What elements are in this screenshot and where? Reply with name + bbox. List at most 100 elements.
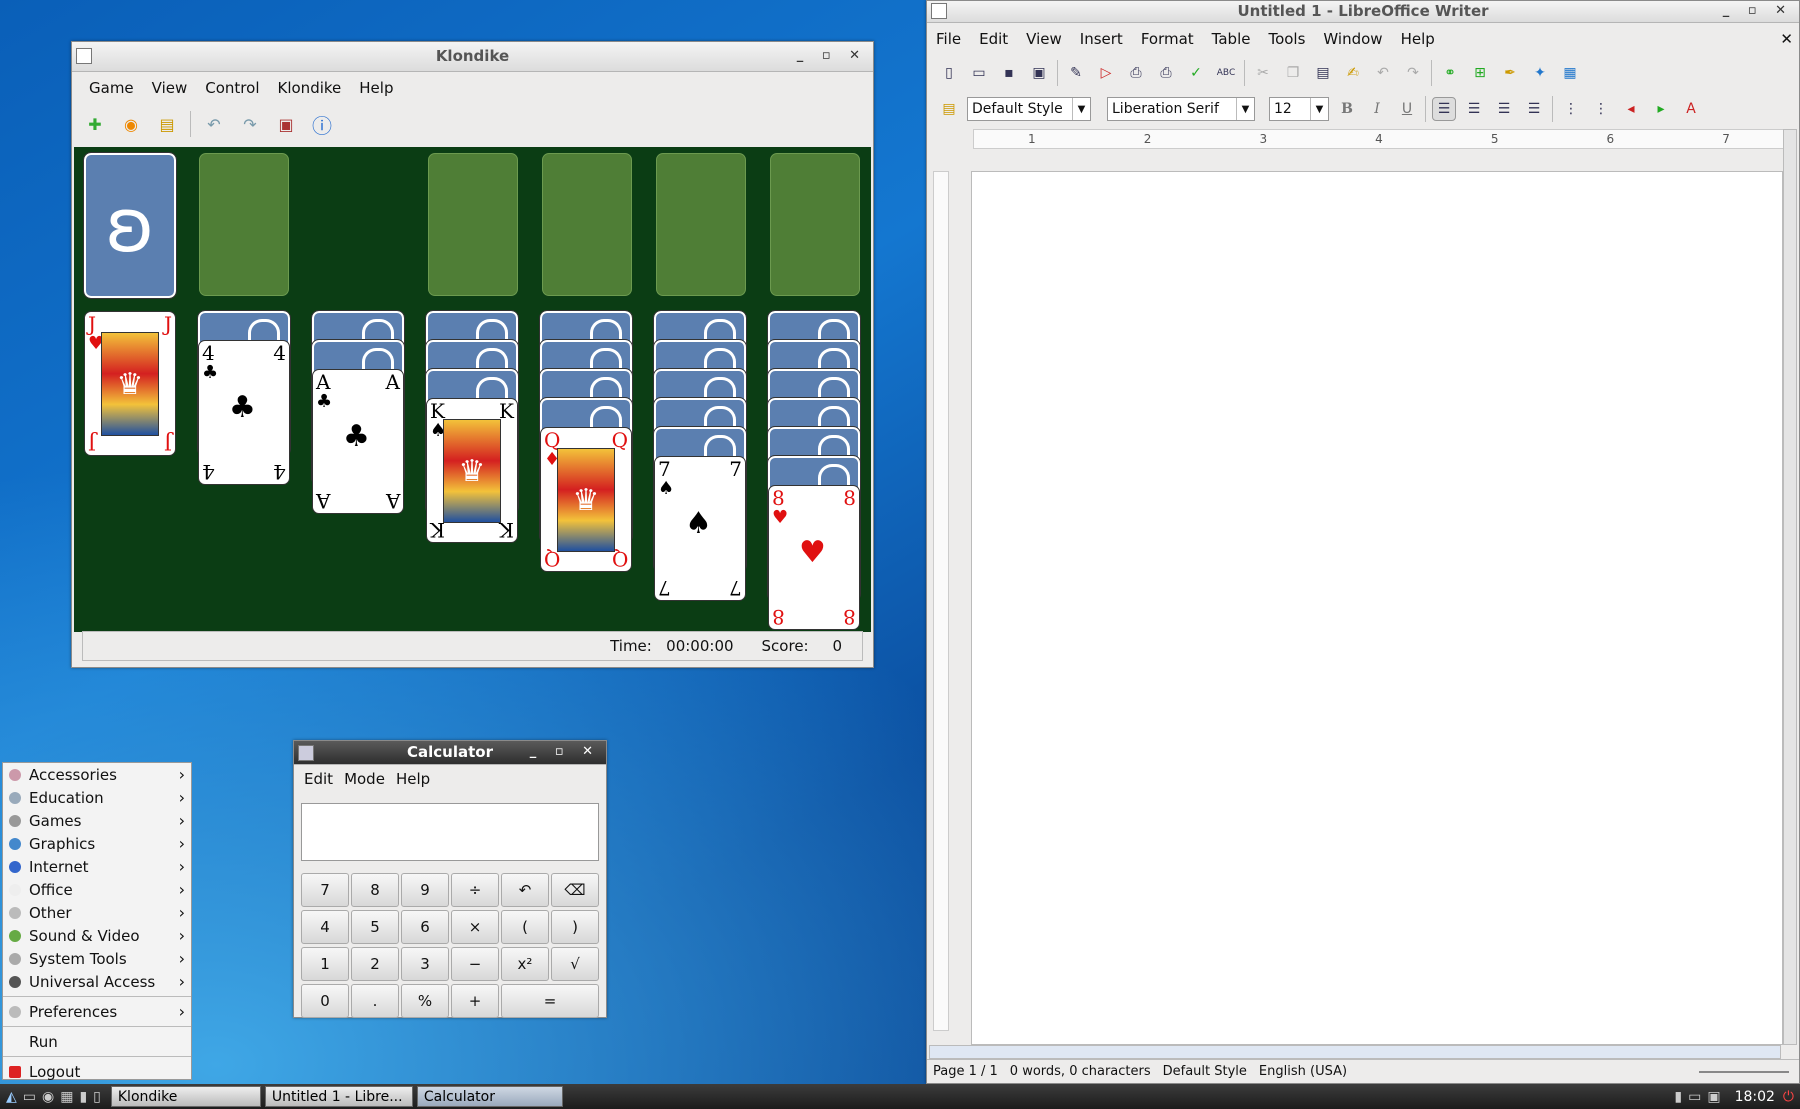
table-icon[interactable]: ⊞ [1468,61,1492,85]
autocheck-icon[interactable]: ABC [1214,61,1238,85]
navigator-icon[interactable]: ✦ [1528,61,1552,85]
window-controls[interactable]: _ ▫ ✕ [1723,1,1793,21]
vertical-scrollbar[interactable] [1783,129,1797,1045]
task-calculator[interactable]: Calculator [416,1086,563,1107]
foundation-slot[interactable] [770,153,860,296]
horizontal-ruler[interactable]: 1 2 3 4 5 6 7 [973,129,1785,149]
align-right-icon[interactable]: ☰ [1492,97,1516,121]
calc-key[interactable]: 7 [301,873,349,907]
copy-icon[interactable]: ❐ [1281,61,1305,85]
bold-icon[interactable]: B [1335,97,1359,121]
menu-item-games[interactable]: Games › [3,809,191,832]
menu-tools[interactable]: Tools [1259,30,1314,48]
close-document-icon[interactable]: ✕ [1771,30,1799,48]
start-menu-icon[interactable]: ◭ [0,1089,23,1105]
hyperlink-icon[interactable]: ⚭ [1438,61,1462,85]
calc-key[interactable]: 3 [401,947,449,981]
menu-item-preferences[interactable]: Preferences › [3,1000,191,1023]
horizontal-scrollbar[interactable] [929,1045,1781,1059]
quicklaunch-icons[interactable]: ▭◉▦▮▯ [23,1089,107,1105]
menu-mode[interactable]: Mode [342,770,387,788]
print-icon[interactable]: ⎙ [1124,61,1148,85]
calc-key[interactable]: 9 [401,873,449,907]
menu-table[interactable]: Table [1203,30,1260,48]
underline-icon[interactable]: U [1395,97,1419,121]
calc-key[interactable]: ⌫ [551,873,599,907]
spellcheck-icon[interactable]: ✓ [1184,61,1208,85]
calc-key[interactable]: √ [551,947,599,981]
menu-insert[interactable]: Insert [1071,30,1132,48]
font-color-icon[interactable]: A [1679,97,1703,121]
gallery-icon[interactable]: ▦ [1558,61,1582,85]
open-icon[interactable]: ▭ [967,61,991,85]
undo-icon[interactable]: ↶ [201,111,227,137]
calc-key[interactable]: ↶ [501,873,549,907]
foundation-slot[interactable] [542,153,632,296]
menu-item-run[interactable]: Run [3,1030,191,1053]
window-controls[interactable]: _ ▫ ✕ [797,42,867,70]
undo-icon[interactable]: ↶ [1371,61,1395,85]
italic-icon[interactable]: I [1365,97,1389,121]
menu-game[interactable]: Game [80,79,143,97]
menu-help[interactable]: Help [1392,30,1444,48]
menu-control[interactable]: Control [196,79,268,97]
menu-view[interactable]: View [143,79,197,97]
zoom-slider[interactable] [1699,1070,1789,1073]
window-controls[interactable]: _ ▫ ✕ [530,741,600,763]
info-icon[interactable]: ⓘ [309,111,335,138]
calc-key[interactable]: − [451,947,499,981]
save-icon[interactable]: ▪ [997,61,1021,85]
new-game-icon[interactable]: ✚ [82,111,108,137]
page-style[interactable]: Default Style [1163,1064,1247,1079]
restart-icon[interactable]: ◉ [118,111,144,137]
cut-icon[interactable]: ✂ [1251,61,1275,85]
calculator-titlebar[interactable]: Calculator _ ▫ ✕ [294,741,606,765]
menu-edit[interactable]: Edit [295,770,342,788]
face-up-card[interactable]: J ♥ J J J ♛ [84,311,176,456]
stock-pile[interactable]: ʚ [83,152,177,299]
menu-item-universal-access[interactable]: Universal Access › [3,970,191,993]
calc-key[interactable]: 6 [401,910,449,944]
face-up-card[interactable]: Q ♦ Q Q Q ♛ [540,427,632,572]
calc-key[interactable]: + [451,984,499,1018]
writer-titlebar[interactable]: Untitled 1 - LibreOffice Writer _ ▫ ✕ [927,1,1799,23]
menu-item-other[interactable]: Other › [3,901,191,924]
calc-key[interactable]: = [501,984,599,1018]
menu-file[interactable]: File [927,30,970,48]
calc-key[interactable]: 8 [351,873,399,907]
menu-help[interactable]: Help [350,79,402,97]
calc-key[interactable]: % [401,984,449,1018]
document-page[interactable] [971,171,1783,1045]
menu-item-education[interactable]: Education › [3,786,191,809]
face-up-card[interactable]: A ♣ A A A ♣ [312,369,404,514]
redo-icon[interactable]: ↷ [1401,61,1425,85]
klondike-titlebar[interactable]: Klondike _ ▫ ✕ [72,42,873,72]
page-count[interactable]: Page 1 / 1 [933,1064,998,1079]
foundation-slot[interactable] [428,153,518,296]
font-size-select[interactable]: 12 ▼ [1269,97,1329,121]
calc-key[interactable]: ) [551,910,599,944]
save-as-icon[interactable]: ▣ [1027,61,1051,85]
menu-item-sound-video[interactable]: Sound & Video › [3,924,191,947]
increase-indent-icon[interactable]: ▸ [1649,97,1673,121]
select-game-icon[interactable]: ▤ [154,111,180,137]
calc-key[interactable]: . [351,984,399,1018]
menu-item-graphics[interactable]: Graphics › [3,832,191,855]
decrease-indent-icon[interactable]: ◂ [1619,97,1643,121]
task-klondike[interactable]: Klondike [110,1086,261,1107]
task-writer[interactable]: Untitled 1 - Libre... [264,1086,413,1107]
print-preview-icon[interactable]: ⎙ [1154,61,1178,85]
menu-edit[interactable]: Edit [970,30,1017,48]
calculator-display[interactable] [301,803,599,861]
redo-icon[interactable]: ↷ [237,111,263,137]
bullets-icon[interactable]: ⋮ [1589,97,1613,121]
clone-formatting-icon[interactable]: ✍ [1341,61,1365,85]
align-center-icon[interactable]: ☰ [1462,97,1486,121]
menu-view[interactable]: View [1017,30,1071,48]
face-up-card[interactable]: 7 ♠ 7 7 7 ♠ [654,456,746,601]
calc-key[interactable]: 5 [351,910,399,944]
edit-mode-icon[interactable]: ✎ [1064,61,1088,85]
export-pdf-icon[interactable]: ▷ [1094,61,1118,85]
justify-icon[interactable]: ☰ [1522,97,1546,121]
tray-icons[interactable]: ▮▭▣ [1674,1089,1726,1105]
